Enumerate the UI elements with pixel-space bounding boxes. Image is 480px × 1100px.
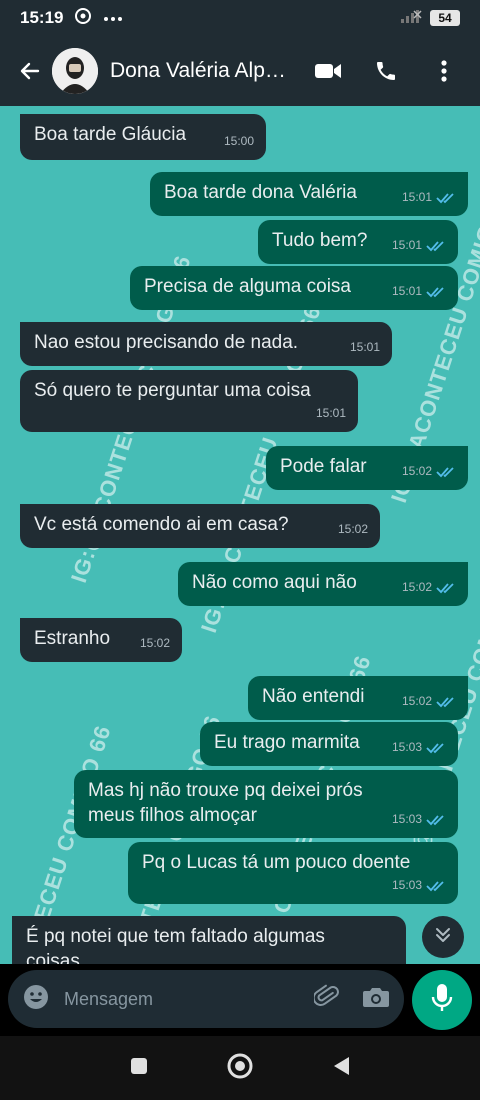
- chat-header: Dona Valéria Alp…: [0, 36, 480, 106]
- message-time: 15:01: [391, 284, 422, 298]
- contact-avatar[interactable]: [52, 48, 98, 94]
- message-time: 15:00: [223, 134, 254, 148]
- message-time: 15:02: [401, 464, 432, 478]
- camera-icon[interactable]: [362, 985, 390, 1014]
- message-text: Só quero te perguntar uma coisa: [34, 380, 311, 401]
- home-icon[interactable]: [226, 1052, 254, 1085]
- message-outgoing[interactable]: Precisa de alguma coisa 15:01: [130, 266, 458, 310]
- chat-area[interactable]: IG:@ACONTECEU COMIGO 66 IG:@ACONTECEU CO…: [0, 106, 480, 964]
- read-receipt-icon: [426, 814, 446, 826]
- system-navigation-bar: [0, 1036, 480, 1100]
- message-incoming[interactable]: Boa tarde Gláucia 15:00: [20, 114, 266, 160]
- message-time: 15:03: [391, 740, 422, 754]
- status-bar: 15:19 54: [0, 0, 480, 36]
- message-input[interactable]: Mensagem: [8, 970, 404, 1028]
- voice-call-icon[interactable]: [368, 53, 404, 89]
- signal-icon: [400, 8, 422, 29]
- message-time: 15:01: [349, 340, 380, 354]
- message-time: 15:01: [315, 406, 346, 420]
- read-receipt-icon: [436, 582, 456, 594]
- message-time: 15:02: [337, 522, 368, 536]
- read-receipt-icon: [436, 466, 456, 478]
- message-incoming[interactable]: É pq notei que tem faltado algumas coisa…: [12, 916, 406, 964]
- read-receipt-icon: [426, 742, 446, 754]
- read-receipt-icon: [426, 240, 446, 252]
- message-outgoing[interactable]: Pode falar 15:02: [266, 446, 468, 490]
- double-chevron-down-icon: [434, 926, 452, 949]
- menu-kebab-icon[interactable]: [426, 53, 462, 89]
- message-time: 15:02: [401, 694, 432, 708]
- message-time: 15:03: [391, 812, 422, 826]
- message-outgoing[interactable]: Pq o Lucas tá um pouco doente 15:03: [128, 842, 458, 904]
- message-text: Vc está comendo ai em casa?: [34, 514, 289, 535]
- message-outgoing[interactable]: Eu trago marmita 15:03: [200, 722, 458, 766]
- message-outgoing[interactable]: Mas hj não trouxe pq deixei prós meus fi…: [74, 770, 458, 838]
- emoji-icon[interactable]: [22, 983, 50, 1016]
- read-receipt-icon: [436, 696, 456, 708]
- message-incoming[interactable]: Só quero te perguntar uma coisa 15:01: [20, 370, 358, 432]
- battery-indicator: 54: [430, 10, 460, 26]
- read-receipt-icon: [426, 286, 446, 298]
- message-time: 15:01: [391, 238, 422, 252]
- recent-apps-icon[interactable]: [129, 1056, 149, 1081]
- message-text: Pq o Lucas tá um pouco doente: [142, 852, 411, 873]
- read-receipt-icon: [436, 192, 456, 204]
- message-outgoing[interactable]: Não como aqui não 15:02: [178, 562, 468, 606]
- message-placeholder: Mensagem: [64, 988, 154, 1009]
- message-text: Boa tarde Gláucia: [34, 124, 187, 145]
- message-text: Mas hj não trouxe pq deixei prós meus fi…: [88, 780, 363, 826]
- message-outgoing[interactable]: Não entendi 15:02: [248, 676, 468, 720]
- video-call-icon[interactable]: [310, 53, 346, 89]
- message-time: 15:02: [401, 580, 432, 594]
- message-incoming[interactable]: Vc está comendo ai em casa? 15:02: [20, 504, 380, 548]
- chrome-icon: [75, 7, 92, 29]
- composer-bar: Mensagem: [0, 964, 480, 1036]
- message-time: 15:03: [391, 878, 422, 892]
- message-text: É pq notei que tem faltado algumas coisa…: [26, 926, 325, 964]
- message-outgoing[interactable]: Boa tarde dona Valéria 15:01: [150, 172, 468, 216]
- scroll-to-bottom-button[interactable]: [422, 916, 464, 958]
- status-time: 15:19: [20, 8, 64, 27]
- attach-icon[interactable]: [312, 984, 340, 1015]
- microphone-icon: [431, 983, 453, 1018]
- message-time: 15:02: [139, 636, 170, 650]
- back-arrow-icon[interactable]: [12, 53, 48, 89]
- contact-name[interactable]: Dona Valéria Alp…: [110, 59, 286, 83]
- message-incoming[interactable]: Estranho 15:02: [20, 618, 182, 662]
- message-outgoing[interactable]: Tudo bem? 15:01: [258, 220, 458, 264]
- message-text: Nao estou precisando de nada.: [34, 332, 299, 353]
- message-incoming[interactable]: Nao estou precisando de nada. 15:01: [20, 322, 392, 366]
- voice-message-button[interactable]: [412, 970, 472, 1030]
- read-receipt-icon: [426, 880, 446, 892]
- back-icon[interactable]: [331, 1055, 351, 1082]
- more-notifications-icon: [103, 9, 123, 27]
- message-time: 15:01: [401, 190, 432, 204]
